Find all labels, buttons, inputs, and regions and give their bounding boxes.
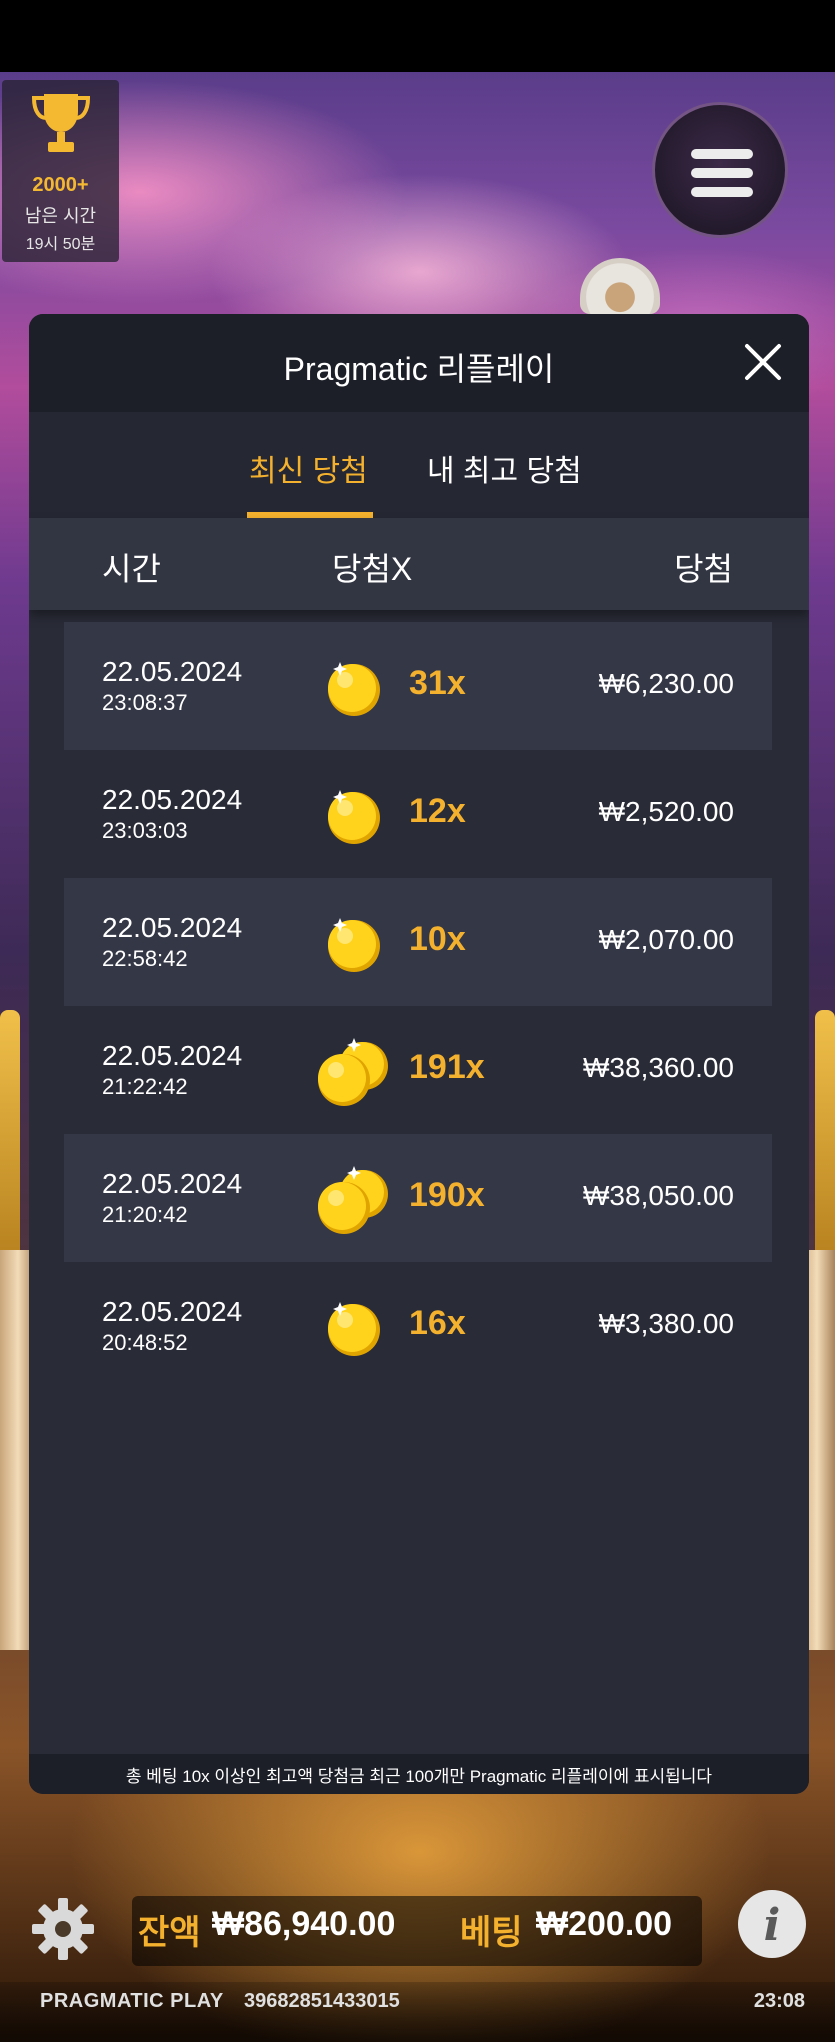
column-win: 당첨 [674, 551, 733, 587]
single-coin-icon [328, 790, 380, 844]
row-amount: ₩38,050.00 [583, 1180, 734, 1211]
session-id: 39682851433015 [244, 1990, 400, 2012]
trophy-count: 2000+ [32, 174, 89, 196]
balance-label: 잔액 [138, 1914, 201, 1952]
tab-latest-wins[interactable]: 최신 당첨 [249, 446, 368, 490]
double-coin-icon [318, 1038, 388, 1106]
row-amount: ₩38,360.00 [583, 1052, 734, 1083]
table-row[interactable]: 22.05.2024 21:20:42 190x ₩38,050.00 [64, 1134, 772, 1262]
wins-list: 22.05.2024 23:08:37 31x ₩6,230.00 22.05.… [64, 622, 772, 1390]
row-amount: ₩2,070.00 [598, 924, 734, 955]
single-coin-icon [328, 918, 380, 972]
double-coin-icon [318, 1166, 388, 1234]
row-date: 22.05.2024 [102, 1040, 243, 1071]
info-button[interactable]: i [738, 1890, 806, 1958]
row-time: 21:22:42 [102, 1074, 188, 1099]
balance-value: ₩86,940.00 [212, 1905, 396, 1943]
row-date: 22.05.2024 [102, 912, 243, 943]
footer-note: 총 베팅 10x 이상인 최고액 당첨금 최근 100개만 Pragmatic … [125, 1767, 713, 1786]
tab-my-best-wins[interactable]: 내 최고 당첨 [427, 446, 582, 490]
row-multiplier: 191x [409, 1048, 485, 1086]
row-date: 22.05.2024 [102, 656, 243, 687]
row-multiplier: 31x [409, 664, 466, 702]
row-multiplier: 190x [409, 1176, 485, 1214]
row-time: 22:58:42 [102, 946, 188, 971]
brand-name: PRAGMATIC PLAY [40, 1990, 224, 2012]
column-header: 시간 당첨X 당첨 [29, 518, 809, 610]
row-time: 23:03:03 [102, 818, 188, 843]
single-coin-icon [328, 1302, 380, 1356]
game-screen: 2000+ 남은 시간 19시 50분 Pragmatic 리플레이 최신 당첨… [0, 0, 835, 2042]
menu-button[interactable] [652, 102, 788, 238]
gold-ornament-left [0, 1010, 20, 1290]
row-amount: ₩2,520.00 [598, 796, 734, 827]
table-row[interactable]: 22.05.2024 20:48:52 16x ₩3,380.00 [64, 1262, 772, 1390]
trophy-icon [32, 94, 90, 152]
table-row[interactable]: 22.05.2024 21:22:42 191x ₩38,360.00 [64, 1006, 772, 1134]
gear-icon[interactable] [30, 1896, 96, 1962]
trophy-time-remaining: 19시 50분 [25, 236, 96, 253]
table-row[interactable]: 22.05.2024 22:58:42 10x ₩2,070.00 [64, 878, 772, 1006]
row-multiplier: 12x [409, 792, 466, 830]
table-row[interactable]: 22.05.2024 23:08:37 31x ₩6,230.00 [64, 622, 772, 750]
row-date: 22.05.2024 [102, 1296, 243, 1327]
info-icon: i [763, 1900, 781, 1951]
column-time: 시간 [102, 551, 161, 587]
modal-header: Pragmatic 리플레이 [29, 314, 809, 412]
row-date: 22.05.2024 [102, 1168, 243, 1199]
replay-modal: Pragmatic 리플레이 최신 당첨 내 최고 당첨 시간 당첨X 당첨 2… [29, 314, 809, 1794]
row-multiplier: 10x [409, 920, 466, 958]
column-multiplier: 당첨X [332, 551, 413, 587]
status-clock: 23:08 [753, 1990, 805, 2012]
modal-title: Pragmatic 리플레이 [283, 351, 555, 387]
trophy-label: 남은 시간 [24, 206, 97, 226]
bet-label: 베팅 [460, 1914, 523, 1952]
row-amount: ₩6,230.00 [598, 668, 734, 699]
table-row[interactable]: 22.05.2024 23:03:03 12x ₩2,520.00 [64, 750, 772, 878]
tabs-bar: 최신 당첨 내 최고 당첨 [29, 412, 809, 518]
row-date: 22.05.2024 [102, 784, 243, 815]
bet-value[interactable]: ₩200.00 [536, 1905, 672, 1944]
row-time: 20:48:52 [102, 1330, 188, 1355]
row-time: 23:08:37 [102, 690, 188, 715]
single-coin-icon [328, 662, 380, 716]
gold-ornament-right [815, 1010, 835, 1290]
row-multiplier: 16x [409, 1304, 466, 1342]
row-time: 21:20:42 [102, 1202, 188, 1227]
trophy-panel[interactable]: 2000+ 남은 시간 19시 50분 [2, 80, 119, 262]
close-icon[interactable] [739, 338, 787, 386]
row-amount: ₩3,380.00 [598, 1308, 734, 1339]
